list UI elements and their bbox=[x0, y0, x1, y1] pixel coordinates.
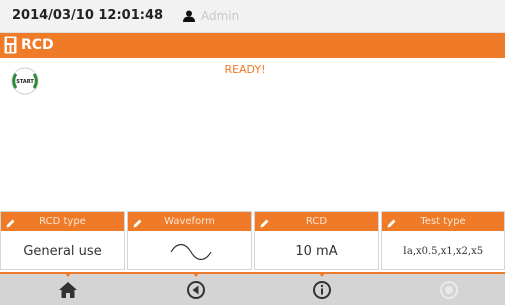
record-icon bbox=[439, 280, 459, 300]
nav-indicator bbox=[192, 272, 200, 277]
pencil-icon bbox=[133, 216, 142, 235]
nav-indicator bbox=[318, 272, 326, 277]
rcd-device-icon bbox=[4, 36, 17, 58]
pencil-icon bbox=[260, 216, 269, 235]
param-waveform-label: Waveform bbox=[164, 216, 215, 227]
param-test-type[interactable]: Test type Ia,x0.5,x1,x2,x5 bbox=[381, 211, 505, 270]
param-rcd-type-value: General use bbox=[23, 244, 102, 259]
param-rcd-type-header: RCD type bbox=[1, 212, 124, 231]
param-rcd[interactable]: RCD 10 mA bbox=[254, 211, 379, 270]
start-label: START bbox=[16, 79, 34, 85]
home-icon[interactable] bbox=[58, 280, 78, 300]
back-icon[interactable] bbox=[186, 280, 206, 300]
param-rcd-header: RCD bbox=[255, 212, 378, 231]
param-rcd-value: 10 mA bbox=[295, 244, 338, 259]
param-waveform[interactable]: Waveform bbox=[127, 211, 252, 270]
nav-indicator bbox=[64, 272, 72, 277]
param-test-type-value: Ia,x0.5,x1,x2,x5 bbox=[402, 246, 484, 257]
status-bar: 2014/03/10 12:01:48 Admin bbox=[0, 0, 505, 33]
pencil-icon bbox=[387, 216, 396, 235]
user-name: Admin bbox=[201, 9, 240, 23]
user-icon bbox=[182, 8, 196, 27]
info-icon[interactable] bbox=[312, 280, 332, 300]
bottom-nav bbox=[0, 272, 505, 305]
param-rcd-type[interactable]: RCD type General use bbox=[0, 211, 125, 270]
param-rcd-label: RCD bbox=[305, 216, 328, 227]
page-title: RCD bbox=[21, 37, 54, 53]
start-button[interactable]: START bbox=[10, 66, 40, 96]
sine-wave-icon bbox=[169, 243, 213, 264]
parameter-panel: RCD type General use Waveform RCD 10 mA bbox=[0, 211, 505, 270]
status-text: READY! bbox=[224, 63, 266, 76]
param-test-type-label: Test type bbox=[420, 216, 466, 227]
param-test-type-header: Test type bbox=[382, 212, 504, 231]
param-waveform-header: Waveform bbox=[128, 212, 251, 231]
title-bar: RCD bbox=[0, 33, 505, 58]
param-rcd-type-label: RCD type bbox=[39, 216, 86, 227]
datetime: 2014/03/10 12:01:48 bbox=[12, 8, 164, 23]
pencil-icon bbox=[6, 216, 15, 235]
